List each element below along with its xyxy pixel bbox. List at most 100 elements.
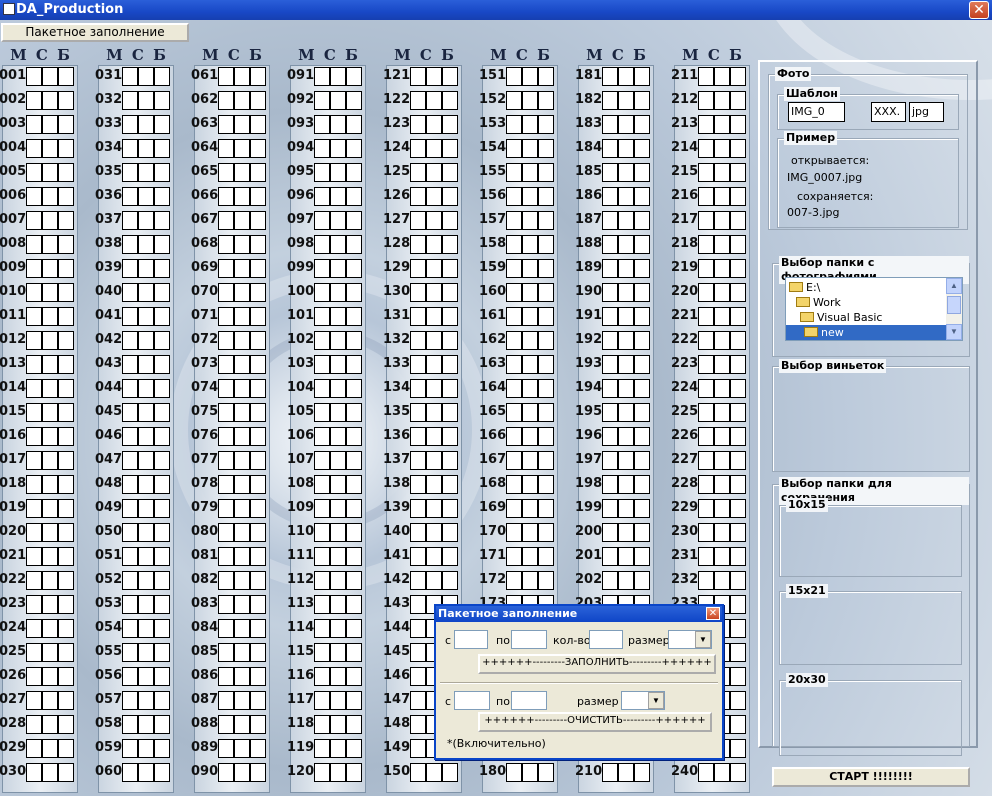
size-cell-s[interactable] [42,739,58,758]
size-cell-s[interactable] [234,643,250,662]
size-cell-b[interactable] [250,667,266,686]
size-cell-m[interactable] [26,211,42,230]
size-cell-b[interactable] [730,739,746,758]
size-cell-b[interactable] [346,211,362,230]
size-cell-m[interactable] [506,139,522,158]
size-cell-b[interactable] [58,355,74,374]
size-cell-s[interactable] [330,499,346,518]
size-cell-s[interactable] [138,427,154,446]
size-cell-s[interactable] [330,763,346,782]
size-cell-s[interactable] [426,91,442,110]
size-cell-s[interactable] [714,331,730,350]
size-cell-m[interactable] [410,187,426,206]
size-cell-m[interactable] [602,355,618,374]
size-cell-m[interactable] [26,187,42,206]
size-cell-s[interactable] [234,475,250,494]
size-cell-s[interactable] [330,379,346,398]
fill-count-input[interactable] [589,630,623,649]
size-cell-m[interactable] [410,403,426,422]
save-folder-20x30[interactable]: 20x30 [779,673,962,756]
size-cell-m[interactable] [218,619,234,638]
size-cell-m[interactable] [698,235,714,254]
size-cell-s[interactable] [618,475,634,494]
size-cell-s[interactable] [426,451,442,470]
size-cell-m[interactable] [602,451,618,470]
size-cell-m[interactable] [122,331,138,350]
size-cell-m[interactable] [26,91,42,110]
size-cell-s[interactable] [522,235,538,254]
size-cell-b[interactable] [346,163,362,182]
size-cell-s[interactable] [618,571,634,590]
size-cell-m[interactable] [602,115,618,134]
size-cell-m[interactable] [506,499,522,518]
size-cell-m[interactable] [410,67,426,86]
size-cell-b[interactable] [58,691,74,710]
size-cell-b[interactable] [58,379,74,398]
size-cell-m[interactable] [218,91,234,110]
size-cell-b[interactable] [154,211,170,230]
size-cell-m[interactable] [602,571,618,590]
size-cell-m[interactable] [26,355,42,374]
size-cell-b[interactable] [442,571,458,590]
size-cell-m[interactable] [506,547,522,566]
size-cell-s[interactable] [330,331,346,350]
size-cell-s[interactable] [522,379,538,398]
size-cell-s[interactable] [330,691,346,710]
size-cell-b[interactable] [58,763,74,782]
size-cell-s[interactable] [714,523,730,542]
size-cell-b[interactable] [442,427,458,446]
batch-fill-button[interactable]: Пакетное заполнение [1,23,189,42]
size-cell-m[interactable] [218,739,234,758]
size-cell-b[interactable] [442,283,458,302]
size-cell-m[interactable] [698,355,714,374]
size-cell-m[interactable] [26,667,42,686]
size-cell-b[interactable] [346,403,362,422]
size-cell-m[interactable] [314,451,330,470]
size-cell-b[interactable] [730,619,746,638]
size-cell-b[interactable] [730,403,746,422]
size-cell-s[interactable] [714,379,730,398]
size-cell-b[interactable] [58,115,74,134]
size-cell-s[interactable] [714,427,730,446]
fill-size-select[interactable]: ▼ [668,630,712,649]
size-cell-b[interactable] [346,67,362,86]
size-cell-b[interactable] [538,355,554,374]
size-cell-b[interactable] [730,211,746,230]
size-cell-s[interactable] [234,739,250,758]
size-cell-m[interactable] [698,547,714,566]
size-cell-b[interactable] [538,235,554,254]
size-cell-b[interactable] [538,547,554,566]
size-cell-s[interactable] [234,571,250,590]
size-cell-s[interactable] [714,403,730,422]
size-cell-s[interactable] [618,451,634,470]
size-cell-s[interactable] [330,355,346,374]
size-cell-b[interactable] [634,139,650,158]
size-cell-m[interactable] [602,307,618,326]
size-cell-b[interactable] [538,523,554,542]
size-cell-s[interactable] [330,619,346,638]
size-cell-b[interactable] [346,187,362,206]
size-cell-m[interactable] [26,499,42,518]
folder-tree-scrollbar[interactable]: ▲ ▼ [946,278,962,340]
size-cell-s[interactable] [234,691,250,710]
size-cell-s[interactable] [42,355,58,374]
template-digits-input[interactable]: XXX. [871,102,906,122]
size-cell-s[interactable] [138,571,154,590]
size-cell-s[interactable] [426,139,442,158]
size-cell-s[interactable] [42,667,58,686]
size-cell-s[interactable] [138,763,154,782]
size-cell-s[interactable] [522,283,538,302]
size-cell-s[interactable] [522,427,538,446]
size-cell-b[interactable] [250,619,266,638]
size-cell-b[interactable] [154,91,170,110]
size-cell-s[interactable] [138,211,154,230]
size-cell-b[interactable] [154,139,170,158]
size-cell-s[interactable] [426,211,442,230]
size-cell-b[interactable] [442,763,458,782]
size-cell-b[interactable] [58,475,74,494]
size-cell-s[interactable] [522,475,538,494]
size-cell-m[interactable] [410,595,426,614]
size-cell-b[interactable] [58,139,74,158]
size-cell-b[interactable] [154,187,170,206]
size-cell-s[interactable] [714,451,730,470]
